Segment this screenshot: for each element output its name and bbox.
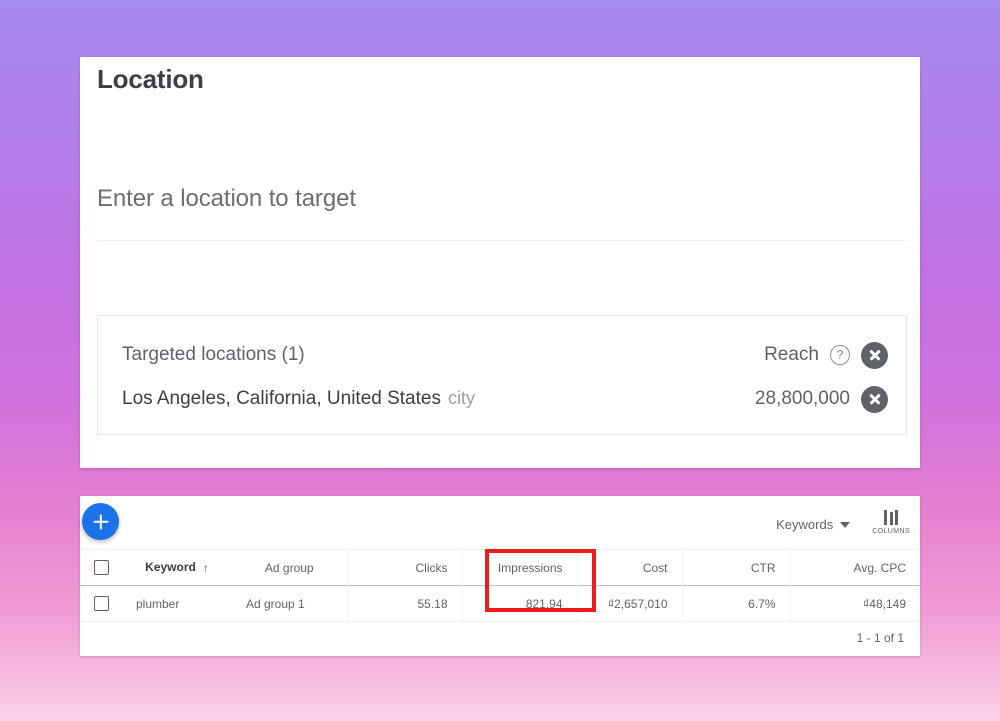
column-header-ad-group[interactable]: Ad group [232, 549, 348, 586]
pagination-label: 1 - 1 of 1 [856, 631, 904, 645]
remove-location-icon[interactable] [861, 385, 888, 413]
targeted-locations-count-label: Targeted locations (1) [122, 344, 305, 365]
cell-ctr: 6.7% [682, 585, 791, 622]
targeted-locations-header: Targeted locations (1) Reach ? [98, 332, 906, 378]
help-circle-icon[interactable]: ? [830, 345, 850, 365]
add-keyword-button[interactable] [82, 503, 119, 540]
location-reach-value: 28,800,000 [754, 388, 850, 409]
column-header-clicks[interactable]: Clicks [347, 549, 463, 586]
location-name: Los Angeles, California, United States [122, 388, 441, 409]
select-all-checkbox[interactable] [94, 560, 109, 575]
cell-avg-cpc: ₫48,149 [863, 596, 906, 611]
table-header: Keyword ↑ Ad group Clicks Impressions Cos… [80, 549, 920, 586]
column-header-cost[interactable]: Cost [577, 549, 683, 586]
cell-ad-group: Ad group 1 [232, 585, 348, 622]
table-row: plumber Ad group 1 55.18 821.94 ₫2,657,0… [80, 585, 920, 622]
reach-label: Reach [764, 344, 819, 365]
clear-all-locations-icon[interactable] [861, 341, 888, 369]
cell-cost: ₫2,657,010 [577, 585, 683, 622]
columns-button[interactable]: COLUMNS [872, 510, 910, 535]
targeted-location-row: Los Angeles, California, United States c… [98, 376, 906, 422]
view-select-keywords[interactable]: Keywords [776, 517, 851, 532]
location-panel: Location Targeted locations (1) Reach ? … [80, 57, 920, 468]
column-header-impressions[interactable]: Impressions [462, 549, 578, 586]
targeted-locations-box: Targeted locations (1) Reach ? Los Angel… [97, 315, 907, 435]
column-header-avg-cpc[interactable]: Avg. CPC [790, 550, 920, 586]
view-select-label: Keywords [776, 517, 834, 532]
targeted-locations-header-left: Targeted locations (1) [122, 344, 305, 366]
table-toolbar: Keywords COLUMNS [776, 510, 910, 535]
arrow-up-icon: ↑ [202, 560, 209, 575]
page-title: Location [97, 64, 204, 94]
row-checkbox[interactable] [94, 596, 109, 611]
column-header-keyword-label: Keyword [145, 560, 196, 575]
columns-button-label: COLUMNS [872, 528, 910, 535]
columns-icon [884, 510, 899, 525]
keywords-table: Keyword ↑ Ad group Clicks Impressions Cos… [80, 549, 920, 622]
chevron-down-icon [840, 521, 851, 528]
row-select-cell [80, 586, 122, 622]
cell-impressions: 821.94 [462, 585, 578, 622]
keywords-table-panel: Keywords COLUMNS Keyword ↑ Ad group Click… [80, 496, 920, 656]
targeted-location-row-left: Los Angeles, California, United States c… [122, 388, 475, 410]
select-all-header [80, 550, 122, 586]
table-body: plumber Ad group 1 55.18 821.94 ₫2,657,0… [80, 585, 920, 622]
targeted-locations-header-right: Reach ? [764, 341, 888, 369]
column-header-keyword[interactable]: Keyword ↑ [122, 550, 232, 586]
cell-clicks: 55.18 [347, 585, 463, 622]
table-header-row: Keyword ↑ Ad group Clicks Impressions Cos… [80, 549, 920, 586]
location-input-wrapper [97, 185, 907, 241]
location-type: city [447, 388, 475, 408]
location-search-input[interactable] [97, 185, 907, 213]
targeted-location-row-right: 28,800,000 [754, 385, 888, 413]
cell-keyword: plumber [136, 596, 180, 611]
column-header-ctr[interactable]: CTR [682, 549, 791, 586]
